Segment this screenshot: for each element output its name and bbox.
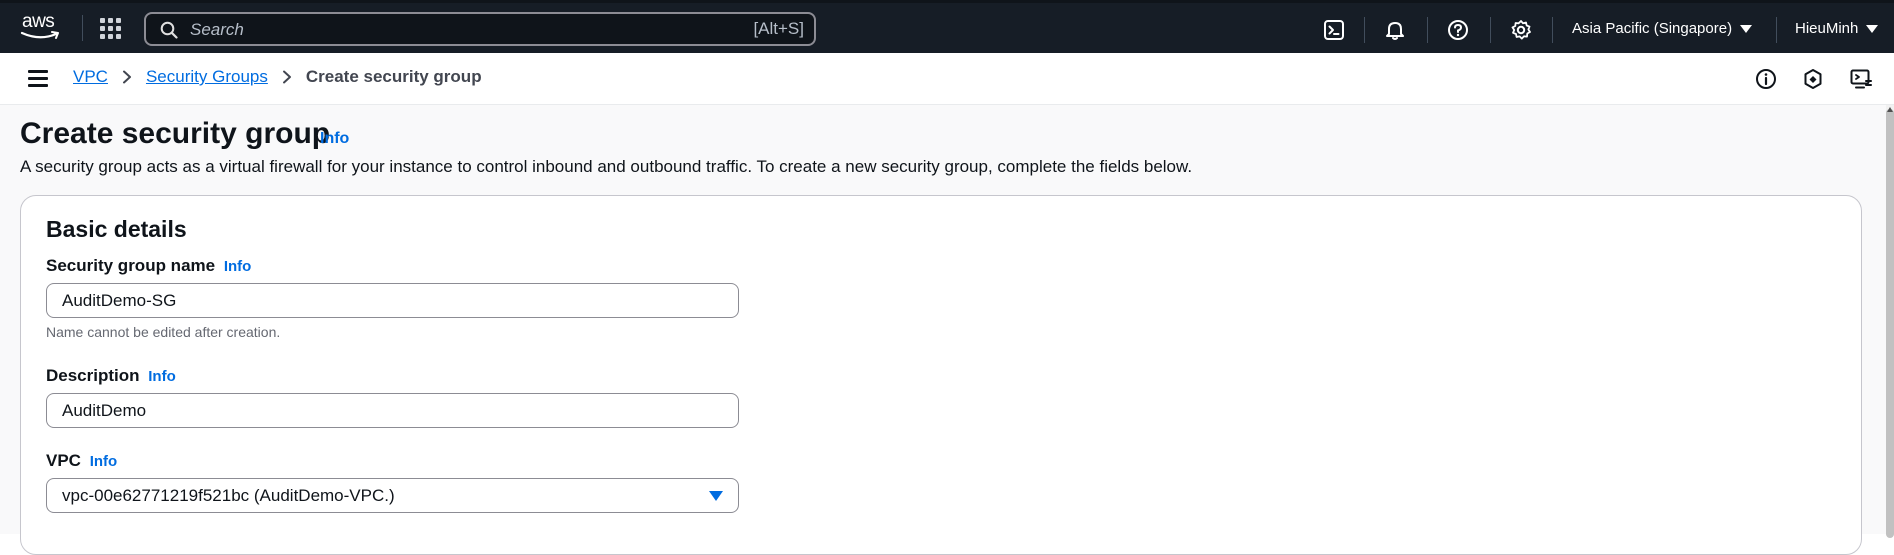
caret-down-icon (1740, 24, 1753, 33)
description-label: Description Info (46, 366, 176, 386)
page-info-link[interactable]: Info (320, 130, 349, 148)
basic-details-panel: Basic details Security group name Info N… (20, 195, 1862, 555)
info-panel-icon[interactable] (1754, 67, 1778, 91)
nav-divider (82, 15, 83, 41)
vpc-selected-value: vpc-00e62771219f521bc (AuditDemo-VPC.) (62, 486, 395, 505)
vpc-info-link[interactable]: Info (90, 453, 118, 470)
chevron-right-icon (122, 70, 131, 84)
page-description: A security group acts as a virtual firew… (20, 157, 1193, 176)
search-input[interactable] (188, 17, 692, 43)
breadcrumb-current: Create security group (305, 67, 482, 86)
section-title: Basic details (46, 216, 187, 242)
description-input[interactable] (46, 393, 739, 428)
breadcrumb-link-security-groups[interactable]: Security Groups (146, 67, 268, 87)
nav-separator (1490, 17, 1491, 43)
search-icon (160, 21, 178, 39)
security-group-name-input[interactable] (46, 283, 739, 318)
scroll-up-arrow-icon[interactable] (1887, 107, 1893, 112)
name-constraint-hint: Name cannot be edited after creation. (46, 324, 281, 340)
cloudshell-icon[interactable] (1322, 18, 1346, 42)
account-menu[interactable]: HieuMinh (1795, 20, 1879, 37)
gear-icon[interactable] (1509, 18, 1533, 42)
caret-down-icon (709, 491, 723, 501)
search-bar[interactable]: [Alt+S] (144, 12, 816, 46)
field-label-text: Description (46, 366, 140, 385)
top-navigation-bar: aws [Alt+S] (0, 0, 1894, 53)
security-group-name-info-link[interactable]: Info (224, 258, 252, 275)
description-info-link[interactable]: Info (148, 368, 176, 385)
assistant-icon[interactable] (1801, 67, 1825, 91)
vpc-select[interactable]: vpc-00e62771219f521bc (AuditDemo-VPC.) (46, 478, 739, 513)
field-label-text: Security group name (46, 256, 216, 275)
services-grid-icon[interactable] (100, 18, 122, 40)
chevron-right-icon (282, 70, 291, 84)
nav-separator (1552, 17, 1553, 43)
breadcrumb: VPC Security Groups Create security grou… (73, 67, 482, 87)
security-group-name-label: Security group name Info (46, 256, 251, 276)
search-shortcut-hint: [Alt+S] (753, 19, 804, 38)
field-label-text: VPC (46, 451, 81, 470)
aws-logo-text: aws (22, 11, 55, 32)
scrollbar-thumb[interactable] (1886, 109, 1894, 538)
region-label: Asia Pacific (Singapore) (1572, 20, 1733, 37)
account-username: HieuMinh (1795, 20, 1859, 37)
nav-separator (1776, 17, 1777, 43)
menu-icon[interactable] (28, 70, 48, 87)
aws-logo[interactable]: aws (20, 11, 64, 43)
main-content: Create security group Info A security gr… (0, 105, 1894, 555)
help-icon[interactable] (1446, 18, 1470, 42)
caret-down-icon (1866, 24, 1879, 33)
breadcrumb-link-vpc[interactable]: VPC (73, 67, 108, 87)
aws-smile-icon (20, 31, 59, 39)
vpc-label: VPC Info (46, 451, 117, 471)
display-settings-icon[interactable] (1849, 67, 1873, 91)
page-scrollbar[interactable] (1886, 105, 1894, 538)
nav-separator (1364, 17, 1365, 43)
bell-icon[interactable] (1383, 18, 1407, 42)
breadcrumb-bar: VPC Security Groups Create security grou… (0, 53, 1894, 105)
nav-separator (1427, 17, 1428, 43)
page-title: Create security group (20, 117, 331, 150)
region-selector[interactable]: Asia Pacific (Singapore) (1572, 20, 1753, 37)
